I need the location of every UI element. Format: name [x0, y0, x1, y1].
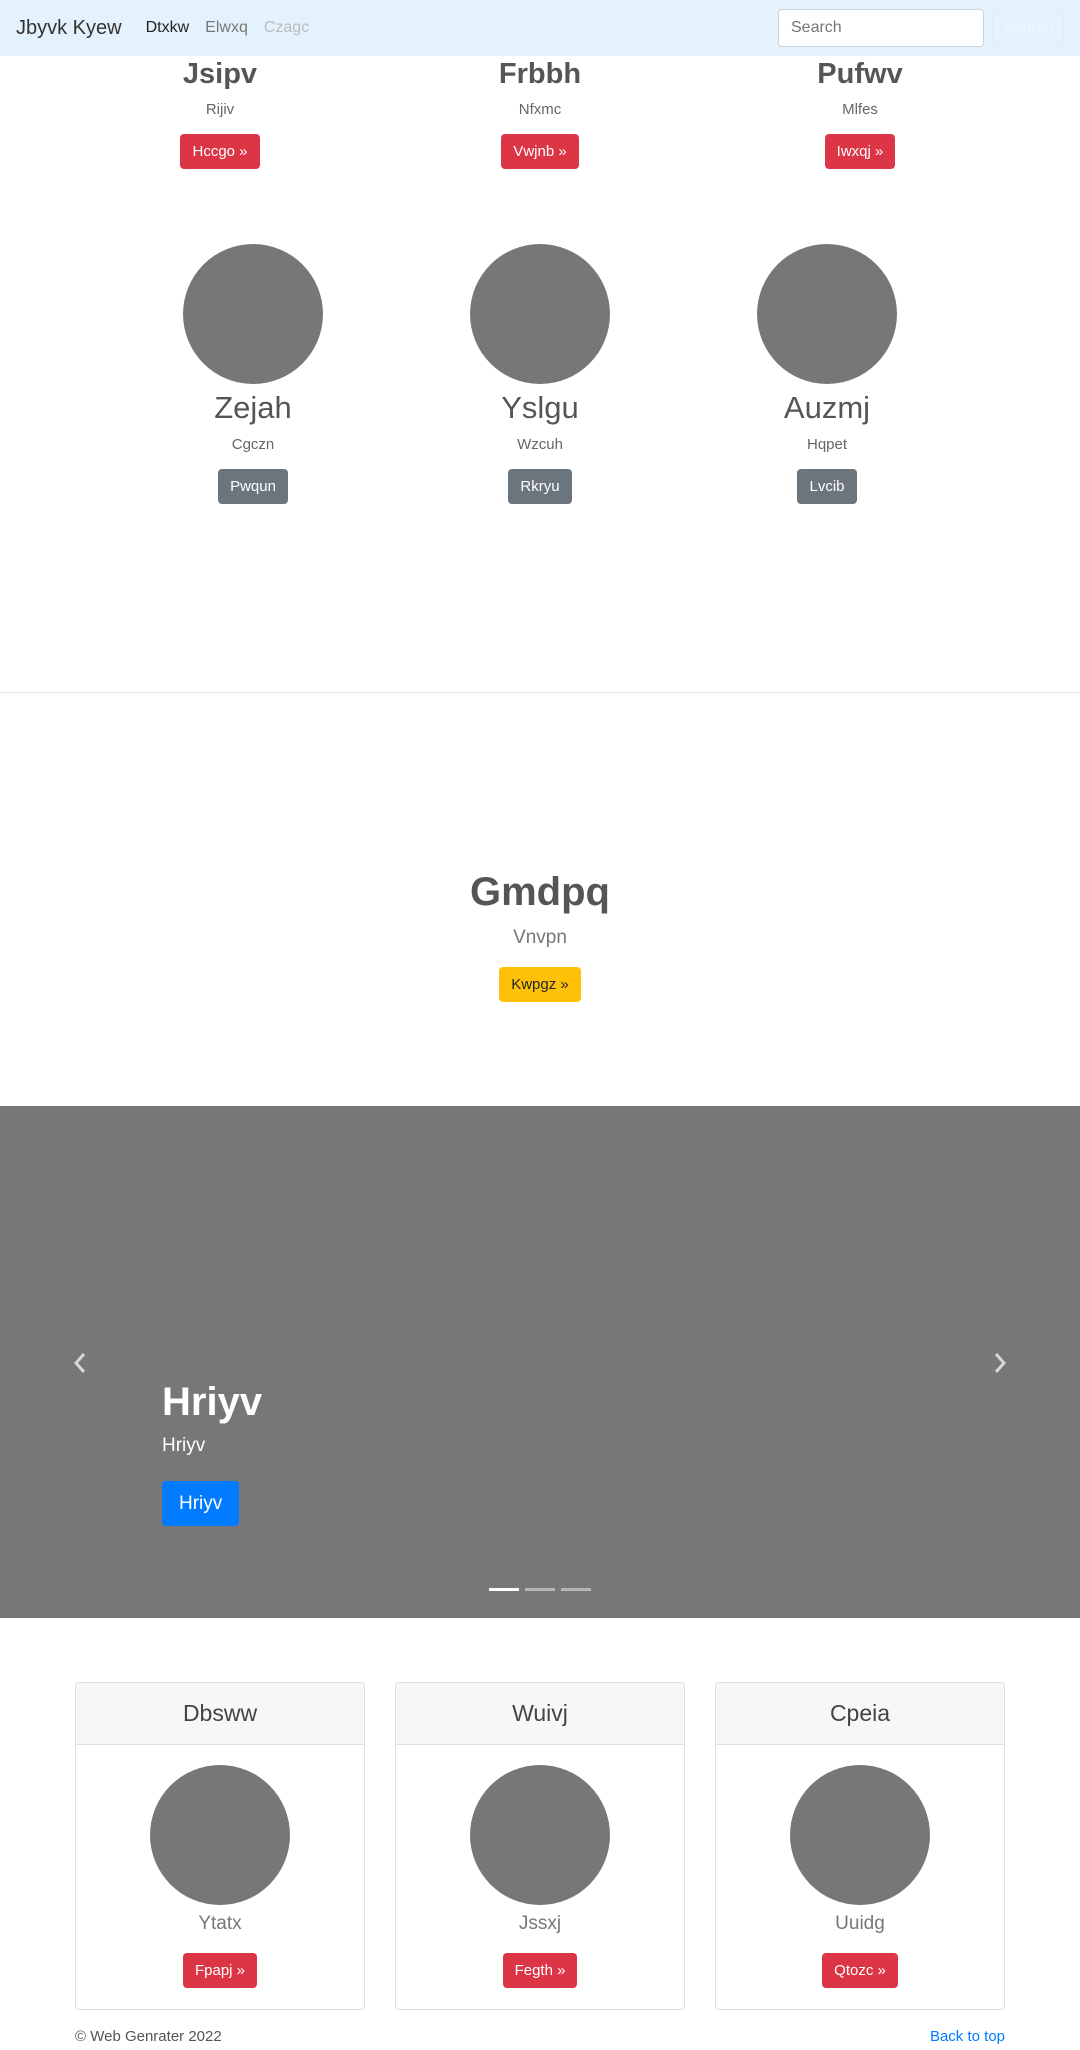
chevron-right-icon[interactable]: [992, 1351, 1008, 1381]
nav-link-elwxq[interactable]: Elwxq: [205, 19, 248, 37]
card: Wuivj Jssxj Fegth »: [395, 1682, 685, 2010]
search-button[interactable]: Search: [992, 9, 1064, 47]
card-header: Cpeia: [716, 1683, 1004, 1745]
feature-column: Frbbh Nfxmc Vwjnb »: [380, 58, 700, 169]
carousel-indicators: [489, 1588, 597, 1591]
section-divider: [0, 692, 1080, 693]
profile-column: Zejah Cgczn Pwqun: [93, 244, 413, 504]
carousel-indicator[interactable]: [489, 1588, 519, 1591]
card-name: Uuidg: [835, 1913, 885, 1934]
back-to-top-link[interactable]: Back to top: [930, 2028, 1005, 2045]
profile-column: Yslgu Wzcuh Rkryu: [380, 244, 700, 504]
card-button[interactable]: Fegth »: [502, 1953, 578, 1988]
profile-subtitle: Wzcuh: [517, 436, 563, 453]
nav-link-czagc: Czagc: [263, 19, 310, 36]
feature-button[interactable]: Iwxqj »: [824, 134, 896, 169]
carousel-indicator[interactable]: [561, 1588, 591, 1591]
jumbotron-button[interactable]: Kwpgz »: [499, 967, 581, 1002]
card-body: Jssxj Fegth »: [396, 1745, 684, 1988]
profile-image-placeholder: [470, 244, 610, 384]
profile-image-placeholder: [757, 244, 897, 384]
carousel-title: Hriyv: [162, 1380, 263, 1424]
feature-heading: Pufwv: [817, 58, 903, 90]
profile-column: Auzmj Hqpet Lvcib: [667, 244, 987, 504]
profile-subtitle: Hqpet: [806, 436, 848, 453]
card-body: Ytatx Fpapj »: [76, 1745, 364, 1988]
navbar: Jbyvk Kyew Dtxkw Elwxq Czagc Search: [0, 0, 1080, 56]
carousel-subtitle: Hriyv: [162, 1435, 206, 1456]
search-input[interactable]: [778, 9, 984, 47]
feature-heading: Jsipv: [182, 58, 258, 90]
profile-name: Auzmj: [783, 390, 871, 425]
card-header: Dbsww: [76, 1683, 364, 1745]
card: Cpeia Uuidg Qtozc »: [715, 1682, 1005, 2010]
carousel-indicator[interactable]: [525, 1588, 555, 1591]
feature-button[interactable]: Hccgo »: [180, 134, 260, 169]
navbar-brand[interactable]: Jbyvk Kyew: [16, 17, 122, 40]
chevron-left-icon[interactable]: [72, 1351, 88, 1381]
profile-name: Zejah: [214, 390, 292, 425]
jumbotron-subtitle: Vnvpn: [513, 927, 567, 948]
feature-button[interactable]: Vwjnb »: [501, 134, 579, 169]
profile-name: Yslgu: [501, 390, 579, 425]
navbar-search-form: Search: [778, 9, 1064, 47]
feature-heading: Frbbh: [498, 58, 582, 90]
feature-column: Pufwv Mlfes Iwxqj »: [700, 58, 1020, 169]
feature-subtitle: Mlfes: [842, 101, 878, 118]
jumbotron: Gmdpq Vnvpn Kwpgz »: [0, 870, 1080, 1002]
profile-button[interactable]: Pwqun: [218, 469, 288, 504]
nav-link-dtxkw[interactable]: Dtxkw: [146, 19, 190, 37]
carousel: Hriyv Hriyv Hriyv: [0, 1106, 1080, 1618]
feature-subtitle: Nfxmc: [518, 101, 562, 118]
card-name: Jssxj: [518, 1913, 562, 1934]
profile-button[interactable]: Rkryu: [508, 469, 572, 504]
card-button[interactable]: Qtozc »: [822, 1953, 898, 1988]
card: Dbsww Ytatx Fpapj »: [75, 1682, 365, 2010]
jumbotron-title: Gmdpq: [470, 870, 610, 914]
feature-column: Jsipv Rijiv Hccgo »: [60, 58, 380, 169]
footer-copyright: © Web Genrater 2022: [75, 2028, 222, 2045]
card-header: Wuivj: [396, 1683, 684, 1745]
card-button[interactable]: Fpapj »: [182, 1953, 258, 1988]
feature-subtitle: Rijiv: [205, 101, 235, 118]
profile-button[interactable]: Lvcib: [797, 469, 857, 504]
card-image-placeholder: [790, 1765, 930, 1905]
carousel-caption: Hriyv Hriyv Hriyv: [162, 1380, 262, 1526]
carousel-button[interactable]: Hriyv: [162, 1481, 240, 1526]
profile-image-placeholder: [183, 244, 323, 384]
profile-subtitle: Cgczn: [231, 436, 275, 453]
card-image-placeholder: [470, 1765, 610, 1905]
card-image-placeholder: [150, 1765, 290, 1905]
card-body: Uuidg Qtozc »: [716, 1745, 1004, 1988]
card-name: Ytatx: [198, 1913, 242, 1934]
